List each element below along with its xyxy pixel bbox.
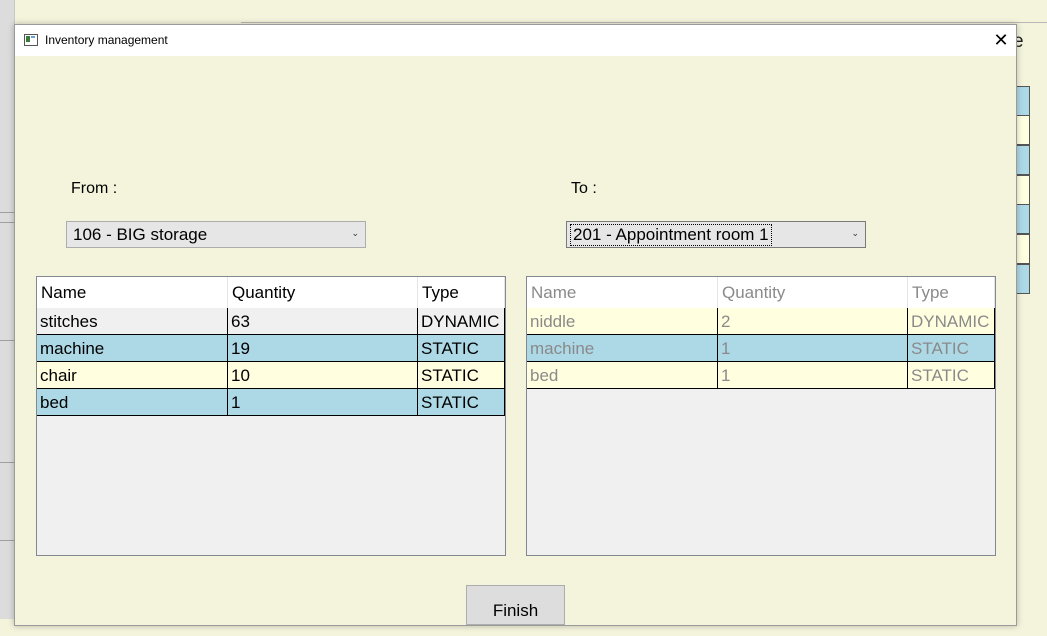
- close-icon[interactable]: ✕: [986, 25, 1016, 56]
- cell-type: STATIC: [418, 362, 505, 389]
- finish-button[interactable]: Finish: [466, 585, 565, 625]
- table-row: machine 1 STATIC: [527, 335, 995, 362]
- background-divider: [0, 340, 14, 341]
- from-location-select[interactable]: 106 - BIG storage ⌄: [66, 221, 366, 248]
- cell-quantity: 2: [718, 308, 908, 335]
- from-label: From :: [71, 180, 118, 197]
- chevron-down-icon: ⌄: [351, 228, 359, 238]
- cell-quantity: 1: [718, 362, 908, 389]
- column-header-quantity: Quantity: [718, 277, 908, 308]
- table-row[interactable]: machine 19 STATIC: [37, 335, 505, 362]
- cell-name: bed: [527, 362, 718, 389]
- cell-type: STATIC: [418, 335, 505, 362]
- table-row: niddle 2 DYNAMIC: [527, 308, 995, 335]
- cell-quantity: 63: [228, 308, 418, 335]
- cell-quantity: 1: [228, 389, 418, 416]
- window-title: Inventory management: [45, 33, 168, 47]
- table-row[interactable]: stitches 63 DYNAMIC: [37, 308, 505, 335]
- table-header: Name Quantity Type: [527, 277, 995, 309]
- cell-quantity: 1: [718, 335, 908, 362]
- cell-name: machine: [527, 335, 718, 362]
- to-selected-value: 201 - Appointment room 1: [570, 224, 772, 246]
- table-row[interactable]: bed 1 STATIC: [37, 389, 505, 416]
- background-window-edge: [0, 0, 15, 619]
- cell-name: chair: [37, 362, 228, 389]
- cell-name: bed: [37, 389, 228, 416]
- cell-type: STATIC: [908, 362, 995, 389]
- cell-type: STATIC: [418, 389, 505, 416]
- window-icon: [24, 34, 38, 46]
- inventory-dialog: Inventory management ✕ From : To : 106 -…: [14, 24, 1017, 626]
- cell-type: DYNAMIC: [418, 308, 505, 335]
- background-divider: [0, 462, 14, 463]
- column-header-name[interactable]: Name: [37, 277, 228, 308]
- table-header: Name Quantity Type: [37, 277, 505, 309]
- background-divider: [0, 540, 14, 541]
- to-label: To :: [571, 180, 597, 197]
- cell-name: niddle: [527, 308, 718, 335]
- cell-type: STATIC: [908, 335, 995, 362]
- to-location-select[interactable]: 201 - Appointment room 1 ⌄: [566, 221, 866, 248]
- column-header-type: Type: [908, 277, 995, 308]
- background-divider: [0, 212, 14, 213]
- from-inventory-table[interactable]: Name Quantity Type stitches 63 DYNAMIC machine…: [36, 276, 506, 556]
- table-row: bed 1 STATIC: [527, 362, 995, 389]
- column-header-quantity[interactable]: Quantity: [228, 277, 418, 308]
- title-bar[interactable]: Inventory management ✕: [15, 25, 1016, 56]
- background-divider: [0, 222, 14, 223]
- table-row[interactable]: chair 10 STATIC: [37, 362, 505, 389]
- column-header-type[interactable]: Type: [418, 277, 505, 308]
- background-table: [1015, 56, 1047, 296]
- cell-quantity: 10: [228, 362, 418, 389]
- to-inventory-table: Name Quantity Type niddle 2 DYNAMIC machine 1 ST…: [526, 276, 996, 556]
- chevron-down-icon: ⌄: [851, 228, 859, 238]
- cell-name: stitches: [37, 308, 228, 335]
- from-selected-value: 106 - BIG storage: [73, 225, 208, 244]
- column-header-name: Name: [527, 277, 718, 308]
- cell-type: DYNAMIC: [908, 308, 995, 335]
- cell-quantity: 19: [228, 335, 418, 362]
- cell-name: machine: [37, 335, 228, 362]
